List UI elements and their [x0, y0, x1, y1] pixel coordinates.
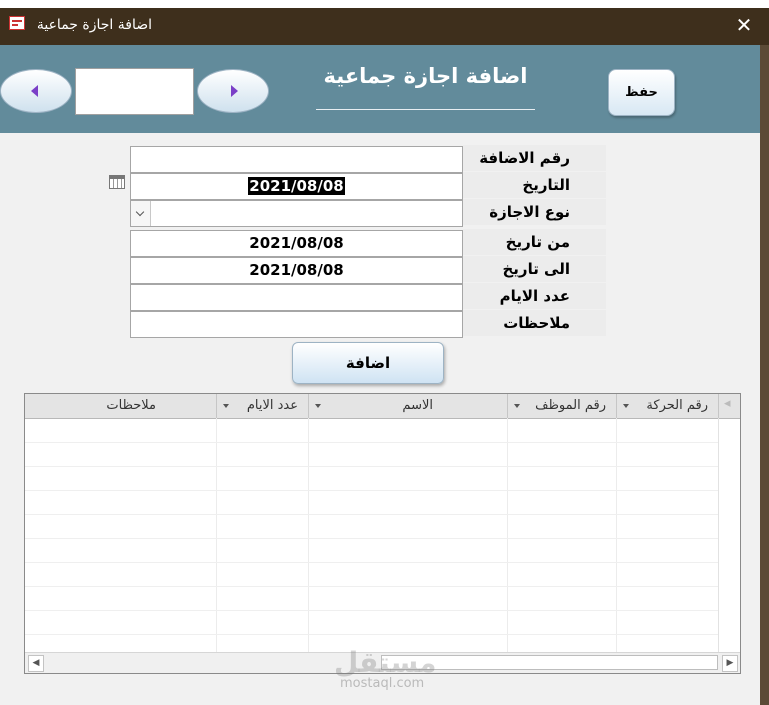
sort-dropdown-icon[interactable]: [514, 404, 520, 408]
watermark-logo: مستقل: [334, 646, 437, 679]
close-icon[interactable]: ✕: [734, 14, 754, 36]
column-label: الاسم: [402, 398, 433, 413]
column-divider: [718, 418, 719, 652]
column-header-days-count[interactable]: عدد الايام: [216, 394, 308, 418]
column-header-notes[interactable]: ملاحظات: [25, 394, 216, 418]
row-divider: [25, 442, 718, 443]
column-header-transaction-number[interactable]: رقم الحركة: [616, 394, 718, 418]
to-date-field[interactable]: 2021/08/08: [130, 257, 463, 284]
record-navigation-box[interactable]: [75, 68, 194, 115]
row-divider: [25, 514, 718, 515]
calendar-icon[interactable]: [109, 175, 125, 189]
days-count-label: عدد الايام: [463, 283, 606, 309]
top-strip: [0, 0, 769, 8]
row-divider: [25, 586, 718, 587]
title-underline: [316, 109, 535, 110]
scroll-left-icon[interactable]: ◀: [28, 655, 44, 672]
sort-dropdown-icon[interactable]: [623, 404, 629, 408]
leave-type-label: نوع الاجازة: [463, 199, 606, 225]
sort-dropdown-icon[interactable]: [223, 404, 229, 408]
add-button[interactable]: اضافة: [292, 342, 444, 384]
from-date-label: من تاريخ: [463, 229, 606, 255]
column-header-employee-number[interactable]: رقم الموظف: [507, 394, 616, 418]
add-number-label: رقم الاضافة: [463, 145, 606, 171]
date-label: التاريخ: [463, 172, 606, 198]
column-divider: [216, 418, 217, 652]
date-field[interactable]: 2021/08/08: [130, 173, 463, 200]
arrow-left-icon: [31, 85, 38, 97]
save-button[interactable]: حفظ: [608, 69, 675, 116]
column-label: ملاحظات: [106, 398, 156, 413]
record-selector-header[interactable]: [718, 394, 740, 418]
employees-datasheet[interactable]: رقم الحركة رقم الموظف الاسم عدد الايام م…: [24, 393, 741, 674]
days-count-field[interactable]: [130, 284, 463, 311]
form-title: اضافة اجازة جماعية: [323, 64, 528, 88]
form-icon: [9, 16, 25, 30]
row-divider: [25, 538, 718, 539]
watermark-url: mostaql.com: [340, 676, 425, 691]
column-label: رقم الموظف: [535, 398, 606, 413]
column-label: عدد الايام: [246, 398, 298, 413]
column-divider: [308, 418, 309, 652]
row-divider: [25, 490, 718, 491]
scroll-right-icon[interactable]: ▶: [722, 655, 738, 672]
column-label: رقم الحركة: [646, 398, 708, 413]
window-title: اضافة اجازة جماعية: [36, 17, 152, 33]
arrow-right-icon: [231, 85, 238, 97]
row-divider: [25, 562, 718, 563]
row-divider: [25, 466, 718, 467]
column-divider: [507, 418, 508, 652]
column-divider: [616, 418, 617, 652]
row-divider: [25, 610, 718, 611]
to-date-label: الى تاريخ: [463, 256, 606, 282]
previous-record-button[interactable]: [0, 69, 72, 113]
add-number-field[interactable]: [130, 146, 463, 173]
next-record-button[interactable]: [197, 69, 269, 113]
from-date-field[interactable]: 2021/08/08: [130, 230, 463, 257]
date-value: 2021/08/08: [248, 177, 345, 195]
column-header-name[interactable]: الاسم: [308, 394, 507, 418]
notes-label: ملاحظات: [463, 310, 606, 336]
datasheet-header: رقم الحركة رقم الموظف الاسم عدد الايام م…: [25, 394, 740, 419]
notes-field[interactable]: [130, 311, 463, 338]
leave-type-combo[interactable]: [130, 200, 463, 227]
window-edge: [760, 45, 769, 705]
window-titlebar: اضافة اجازة جماعية ✕: [0, 0, 769, 45]
sort-dropdown-icon[interactable]: [315, 404, 321, 408]
row-divider: [25, 634, 718, 635]
chevron-down-icon[interactable]: [131, 201, 151, 226]
